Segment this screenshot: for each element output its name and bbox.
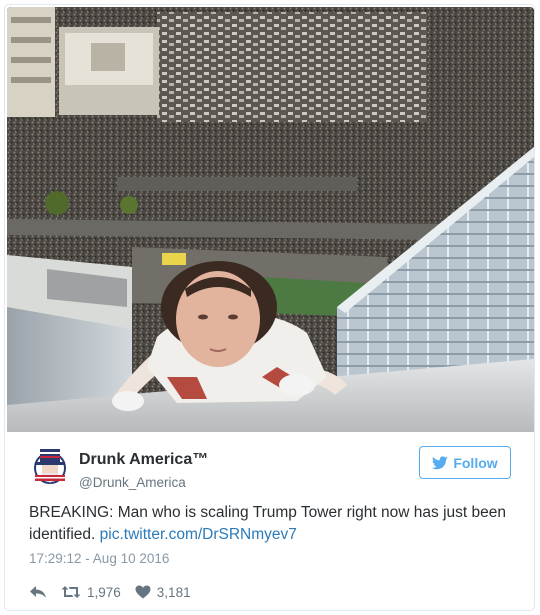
author-avatar[interactable]	[29, 445, 71, 487]
retweet-count: 1,976	[87, 584, 121, 600]
heart-icon	[135, 585, 151, 599]
retweet-button[interactable]: 1,976	[61, 585, 121, 600]
retweet-icon	[61, 586, 81, 598]
tweet-timestamp[interactable]: 17:29:12 - Aug 10 2016	[29, 551, 169, 566]
like-button[interactable]: 3,181	[135, 585, 191, 600]
author-handle[interactable]: @Drunk_America	[79, 475, 186, 490]
crowd-aerial-photo	[7, 7, 534, 432]
author-display-name[interactable]: Drunk America™	[79, 451, 208, 469]
tweet-media-link[interactable]: pic.twitter.com/DrSRNmyev7	[100, 526, 297, 543]
tweet-text: BREAKING: Man who is scaling Trump Tower…	[29, 502, 509, 546]
uncle-sam-logo-icon	[29, 445, 71, 487]
tweet-card: Drunk America™ @Drunk_America Follow BRE…	[4, 4, 535, 611]
reply-button[interactable]	[29, 585, 47, 599]
follow-button[interactable]: Follow	[419, 446, 511, 479]
tweet-photo[interactable]	[7, 7, 534, 432]
tweet-actions: 1,976 3,181	[29, 582, 191, 602]
follow-button-label: Follow	[453, 454, 498, 471]
reply-icon	[30, 586, 46, 598]
twitter-bird-icon	[432, 455, 449, 469]
like-count: 3,181	[156, 584, 191, 600]
